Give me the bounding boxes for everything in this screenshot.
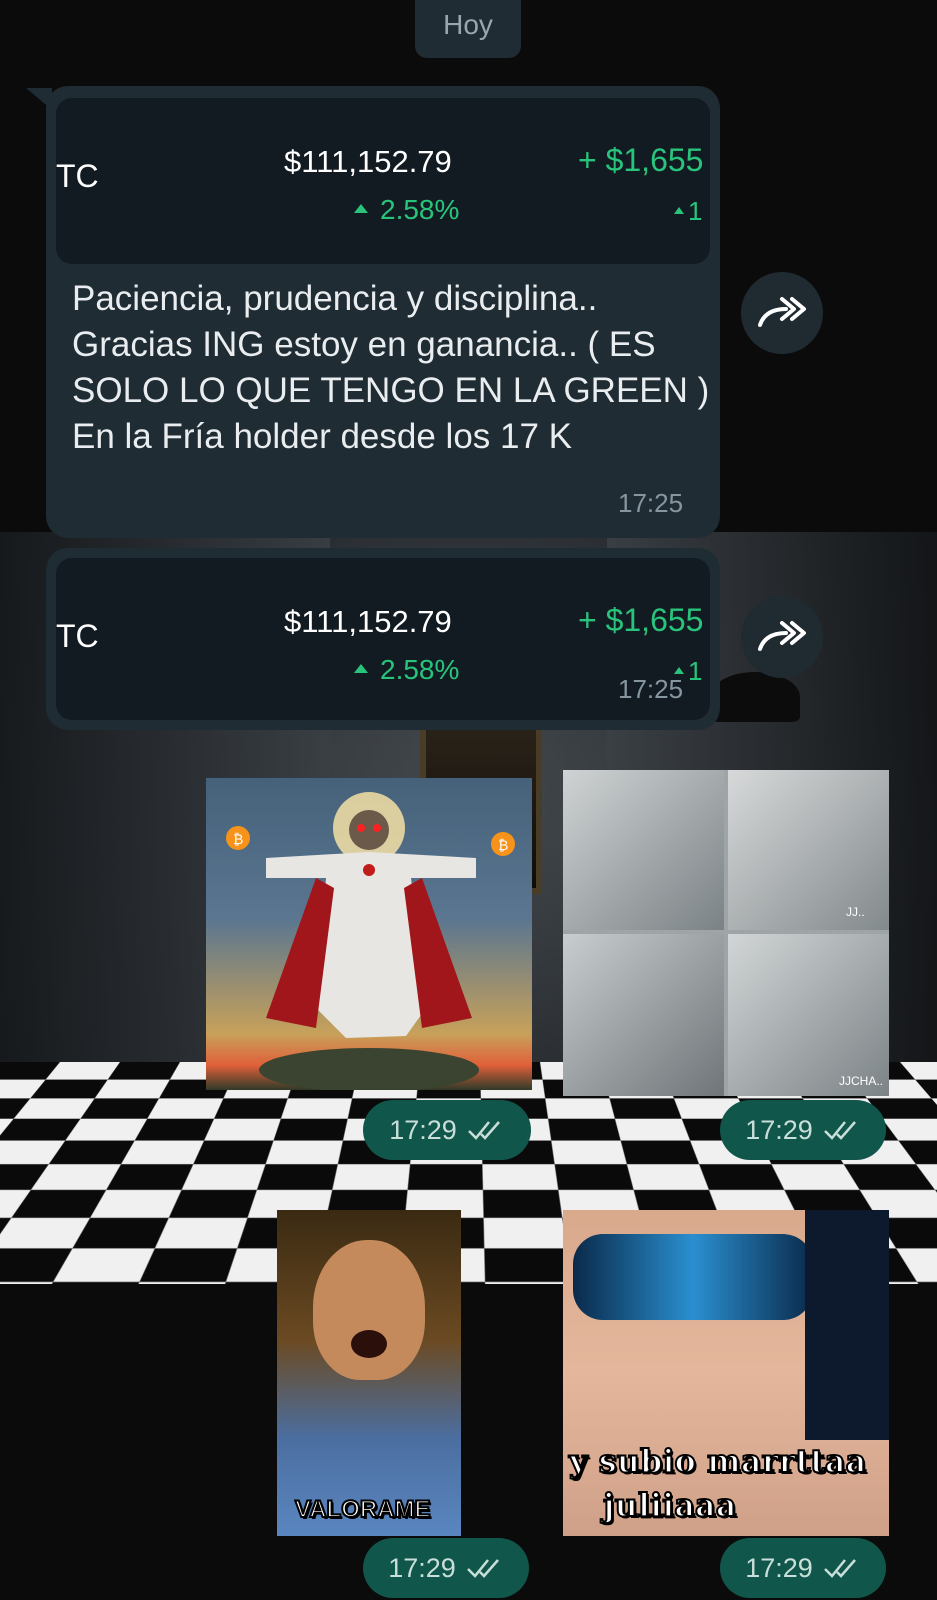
- sunglasses-meme[interactable]: y subio marrttaa juliiaaa: [563, 1210, 889, 1536]
- four-panel-video[interactable]: JJ.. JJCHA..: [563, 770, 889, 1096]
- date-separator: Hoy: [415, 0, 521, 58]
- message-text: Paciencia, prudencia y disciplina.. Grac…: [72, 279, 710, 456]
- up-triangle-icon: [674, 206, 684, 214]
- message-time: 17:29: [745, 1552, 813, 1583]
- meme-caption-line1: y subio marrttaa: [568, 1441, 867, 1481]
- video-panel: [728, 770, 889, 930]
- double-check-icon: [823, 1121, 856, 1140]
- up-triangle-icon: [354, 204, 368, 214]
- svg-text:₿: ₿: [498, 838, 508, 854]
- forward-arrow-icon: [758, 621, 806, 651]
- valorame-sticker[interactable]: VALORAME: [277, 1210, 461, 1536]
- message-meta-pill: 17:29: [720, 1100, 886, 1160]
- message-time: 17:29: [389, 1114, 457, 1145]
- stock-quote-card[interactable]: TC $111,152.79 2.58% + $1,655 1: [56, 98, 710, 264]
- svg-text:₿: ₿: [233, 832, 243, 848]
- message-meta-pill: 17:29: [720, 1538, 886, 1598]
- message-time: 17:29: [745, 1114, 813, 1145]
- quote-ticker: TC: [56, 158, 99, 194]
- meme-chart-screen: [805, 1210, 889, 1440]
- message-meta-pill: 17:29: [363, 1538, 529, 1598]
- quote-ticker: TC: [56, 618, 99, 654]
- sticker-mouth: [351, 1330, 387, 1358]
- message-time: 17:25: [618, 674, 684, 704]
- meme-sunglasses: [573, 1234, 813, 1320]
- video-tag: JJ..: [846, 905, 865, 919]
- quote-percent: 2.58%: [354, 194, 459, 226]
- stock-quote-card[interactable]: TC $111,152.79 2.58% + $1,655 1 17:25: [56, 558, 710, 720]
- double-check-icon: [823, 1559, 856, 1578]
- quote-change-percent: 1: [674, 196, 702, 227]
- forward-button[interactable]: [741, 272, 823, 354]
- message-time: 17:29: [388, 1552, 456, 1583]
- video-tag: JJCHA..: [839, 1074, 884, 1088]
- quote-price: $111,152.79: [284, 144, 452, 179]
- video-panel: [728, 934, 889, 1096]
- message-time: 17:25: [618, 488, 684, 518]
- double-check-icon: [467, 1121, 500, 1140]
- wallpaper-hat-figure: [710, 672, 800, 722]
- message-bubble-2[interactable]: TC $111,152.79 2.58% + $1,655 1 17:25: [46, 548, 720, 730]
- forward-arrow-icon: [758, 297, 806, 327]
- up-triangle-icon: [674, 666, 684, 674]
- quote-price: $111,152.79: [284, 604, 452, 639]
- video-panel: [563, 770, 724, 930]
- sticker-caption: VALORAME: [294, 1495, 432, 1524]
- quote-change: + $1,655: [578, 602, 704, 638]
- message-meta-pill: 17:29: [363, 1100, 531, 1160]
- up-triangle-icon: [354, 664, 368, 674]
- meme-caption-line2: juliiaaa: [602, 1485, 738, 1525]
- double-check-icon: [466, 1559, 499, 1578]
- quote-percent: 2.58%: [354, 654, 459, 686]
- quote-change: + $1,655: [578, 142, 704, 178]
- jesus-figure-graphic: ₿ ₿: [226, 792, 515, 1090]
- jesus-bitcoin-image[interactable]: ₿ ₿: [206, 778, 532, 1090]
- video-panel: [563, 934, 724, 1096]
- forward-button[interactable]: [741, 596, 823, 678]
- sticker-face: [313, 1240, 425, 1380]
